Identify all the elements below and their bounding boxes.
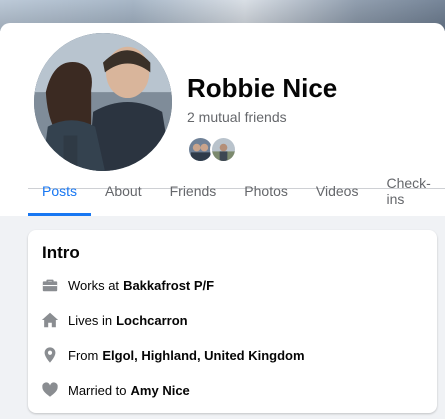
intro-hometown-prefix: From	[68, 347, 99, 363]
intro-residence-value[interactable]: Lochcarron	[116, 313, 188, 328]
location-pin-icon	[40, 345, 60, 365]
mutual-friend-photo	[189, 138, 212, 161]
intro-card: Intro Works at Bakkafrost P/F Lives in L…	[28, 230, 437, 413]
intro-relationship-value[interactable]: Amy Nice	[131, 383, 190, 398]
intro-residence: Lives in Lochcarron	[40, 308, 188, 332]
mutual-friends-avatars	[187, 136, 237, 163]
intro-work-prefix: Works at	[68, 277, 120, 293]
intro-relationship: Married to Amy Nice	[40, 378, 190, 402]
mutual-friend-avatar[interactable]	[210, 136, 237, 163]
home-icon	[40, 310, 60, 330]
tab-check-ins[interactable]: Check-ins	[372, 166, 445, 216]
heart-icon	[40, 380, 60, 400]
mutual-friends-link[interactable]: 2 mutual friends	[187, 109, 287, 125]
profile-photo	[34, 33, 172, 171]
intro-residence-prefix: Lives in	[68, 312, 113, 328]
tab-posts[interactable]: Posts	[28, 166, 92, 216]
intro-work: Works at Bakkafrost P/F	[40, 273, 214, 297]
profile-avatar[interactable]	[30, 29, 176, 175]
intro-work-value[interactable]: Bakkafrost P/F	[123, 278, 214, 293]
intro-hometown-value[interactable]: Elgol, Highland, United Kingdom	[102, 348, 304, 363]
mutual-friend-photo	[212, 138, 235, 161]
tab-friends[interactable]: Friends	[156, 166, 231, 216]
profile-tabs: Posts About Friends Photos Videos Check-…	[28, 166, 445, 216]
briefcase-icon	[40, 275, 60, 295]
intro-hometown: From Elgol, Highland, United Kingdom	[40, 343, 305, 367]
tab-about[interactable]: About	[91, 166, 156, 216]
intro-relationship-prefix: Married to	[68, 382, 127, 398]
tab-photos[interactable]: Photos	[230, 166, 302, 216]
tab-videos[interactable]: Videos	[302, 166, 373, 216]
profile-name: Robbie Nice	[187, 73, 338, 103]
intro-title: Intro	[42, 243, 80, 262]
